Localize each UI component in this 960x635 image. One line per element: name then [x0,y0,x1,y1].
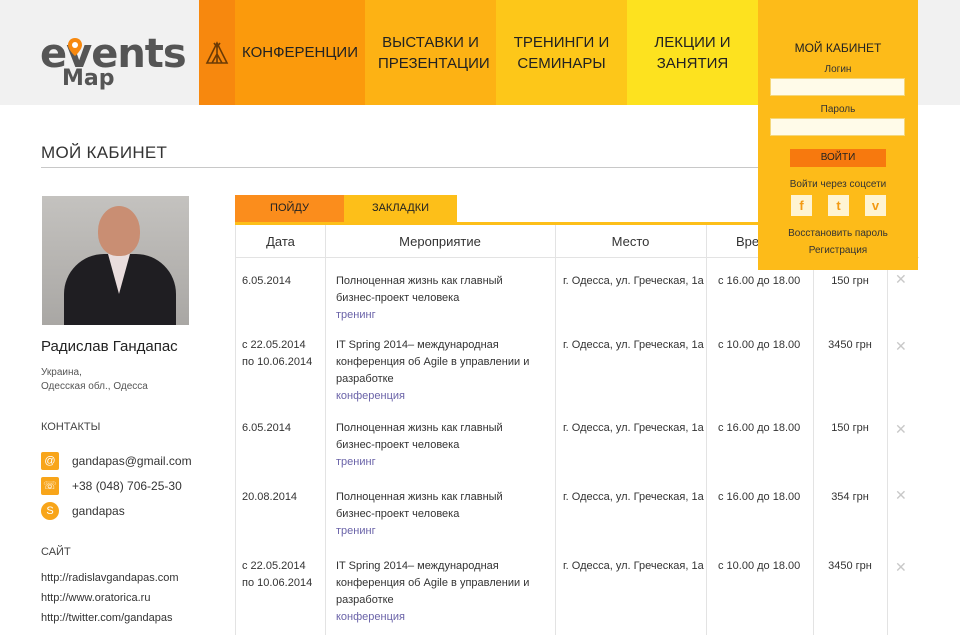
site-link-1[interactable]: http://radislavgandapas.com [41,572,179,584]
row-1-price: 150 грн [831,275,869,287]
nav-exhibitions[interactable]: Выставки и презентации [365,0,496,105]
row-5-price: 3450 грн [828,560,872,572]
row-5-delete-icon[interactable]: ✕ [895,560,907,574]
row-4-date: 20.08.2014 [242,491,298,503]
row-4-place: г. Одесса, ул. Греческая, 1а [563,491,704,503]
contacts-title: Контакты [41,421,101,433]
row-5-place: г. Одесса, ул. Греческая, 1а [563,560,704,572]
profile-name: Радислав Гандапас [41,338,178,355]
row-1-time: с 16.00 до 18.00 [718,275,801,287]
login-panel: Мой кабинет Логин Пароль Войти Войти чер… [758,0,918,270]
profile-country: Украина, [41,367,82,378]
contact-email[interactable]: @ gandapas@gmail.com [41,452,192,470]
row-1-date: 6.05.2014 [242,275,291,287]
logo[interactable]: events Map [38,34,187,96]
password-input[interactable] [770,118,905,136]
row-1-place: г. Одесса, ул. Греческая, 1а [563,275,704,287]
row-4-price: 354 грн [831,491,869,503]
avatar [42,196,189,325]
row-5-event[interactable]: IT Spring 2014– международная конференция… [336,558,529,626]
contact-skype[interactable]: S gandapas [41,502,125,520]
skype-icon: S [41,502,59,520]
twitter-icon[interactable]: t [828,195,849,216]
contact-skype-text: gandapas [72,504,125,518]
title-divider [41,167,761,168]
page-title: Мой кабинет [41,143,168,162]
row-3-delete-icon[interactable]: ✕ [895,422,907,436]
row-1-tag[interactable]: тренинг [336,307,503,324]
restore-password-link[interactable]: Восстановить пароль [758,228,918,239]
row-4-tag[interactable]: тренинг [336,523,503,540]
row-1-delete-icon[interactable]: ✕ [895,272,907,286]
row-4-delete-icon[interactable]: ✕ [895,488,907,502]
tab-bookmarks[interactable]: Закладки [344,195,457,222]
site-link-3[interactable]: http://twitter.com/gandapas [41,612,172,624]
row-5-time: с 10.00 до 18.00 [718,560,801,572]
login-button[interactable]: Войти [790,149,886,167]
vimeo-icon[interactable]: v [865,195,886,216]
events-table: Дата Мероприятие Место Время 6.05.2014 П… [235,225,919,635]
tab-going[interactable]: Пойду [235,195,344,222]
row-2-time: с 10.00 до 18.00 [718,339,801,351]
tent-icon [205,40,229,64]
row-5-date: с 22.05.2014 по 10.06.2014 [242,560,313,589]
nav-lectures-label: Лекции и занятия [654,33,731,72]
facebook-icon[interactable]: f [791,195,812,216]
email-icon: @ [41,452,59,470]
row-3-event[interactable]: Полноценная жизнь как главный бизнес-прое… [336,420,503,471]
login-label: Логин [824,64,852,75]
tabs: Пойду Закладки [235,195,758,225]
nav-lectures[interactable]: Лекции и занятия [627,0,758,105]
header-event: Мероприятие [399,234,481,249]
password-label: Пароль [820,104,856,115]
register-link[interactable]: Регистрация [758,245,918,256]
contact-email-text: gandapas@gmail.com [72,454,192,468]
social-login-title: Войти через соцсети [789,179,887,190]
header-place: Место [611,234,650,249]
logo-word-map: Map [62,66,115,91]
row-3-price: 150 грн [831,422,869,434]
row-3-time: с 16.00 до 18.00 [718,422,801,434]
map-pin-icon [68,38,82,56]
row-2-tag[interactable]: конференция [336,388,529,405]
row-3-date: 6.05.2014 [242,422,291,434]
row-2-price: 3450 грн [828,339,872,351]
row-2-place: г. Одесса, ул. Греческая, 1а [563,339,704,351]
row-1-event[interactable]: Полноценная жизнь как главный бизнес-прое… [336,273,503,324]
header-date: Дата [266,234,295,249]
nav-conference-icon-cell[interactable] [199,0,235,105]
phone-icon: ☏ [41,477,59,495]
row-3-place: г. Одесса, ул. Греческая, 1а [563,422,704,434]
nav-exhibitions-label: Выставки и презентации [378,33,490,72]
nav-trainings-label: Тренинги и семинары [513,33,610,72]
nav-conferences-label: Конференции [242,44,358,61]
site-title: Сайт [41,546,71,558]
profile-region: Одесская обл., Одесса [41,381,148,392]
row-4-time: с 16.00 до 18.00 [718,491,801,503]
site-link-2[interactable]: http://www.oratorica.ru [41,592,150,604]
row-4-event[interactable]: Полноценная жизнь как главный бизнес-прое… [336,489,503,540]
nav-conferences[interactable]: Конференции [235,0,365,105]
login-title: Мой кабинет [794,41,882,55]
row-2-event[interactable]: IT Spring 2014– международная конференция… [336,337,529,405]
nav-trainings[interactable]: Тренинги и семинары [496,0,627,105]
login-input[interactable] [770,78,905,96]
row-3-tag[interactable]: тренинг [336,454,503,471]
row-2-date: с 22.05.2014 по 10.06.2014 [242,339,313,368]
contact-phone[interactable]: ☏ +38 (048) 706-25-30 [41,477,182,495]
row-2-delete-icon[interactable]: ✕ [895,339,907,353]
row-5-tag[interactable]: конференция [336,609,529,626]
contact-phone-text: +38 (048) 706-25-30 [72,479,182,493]
